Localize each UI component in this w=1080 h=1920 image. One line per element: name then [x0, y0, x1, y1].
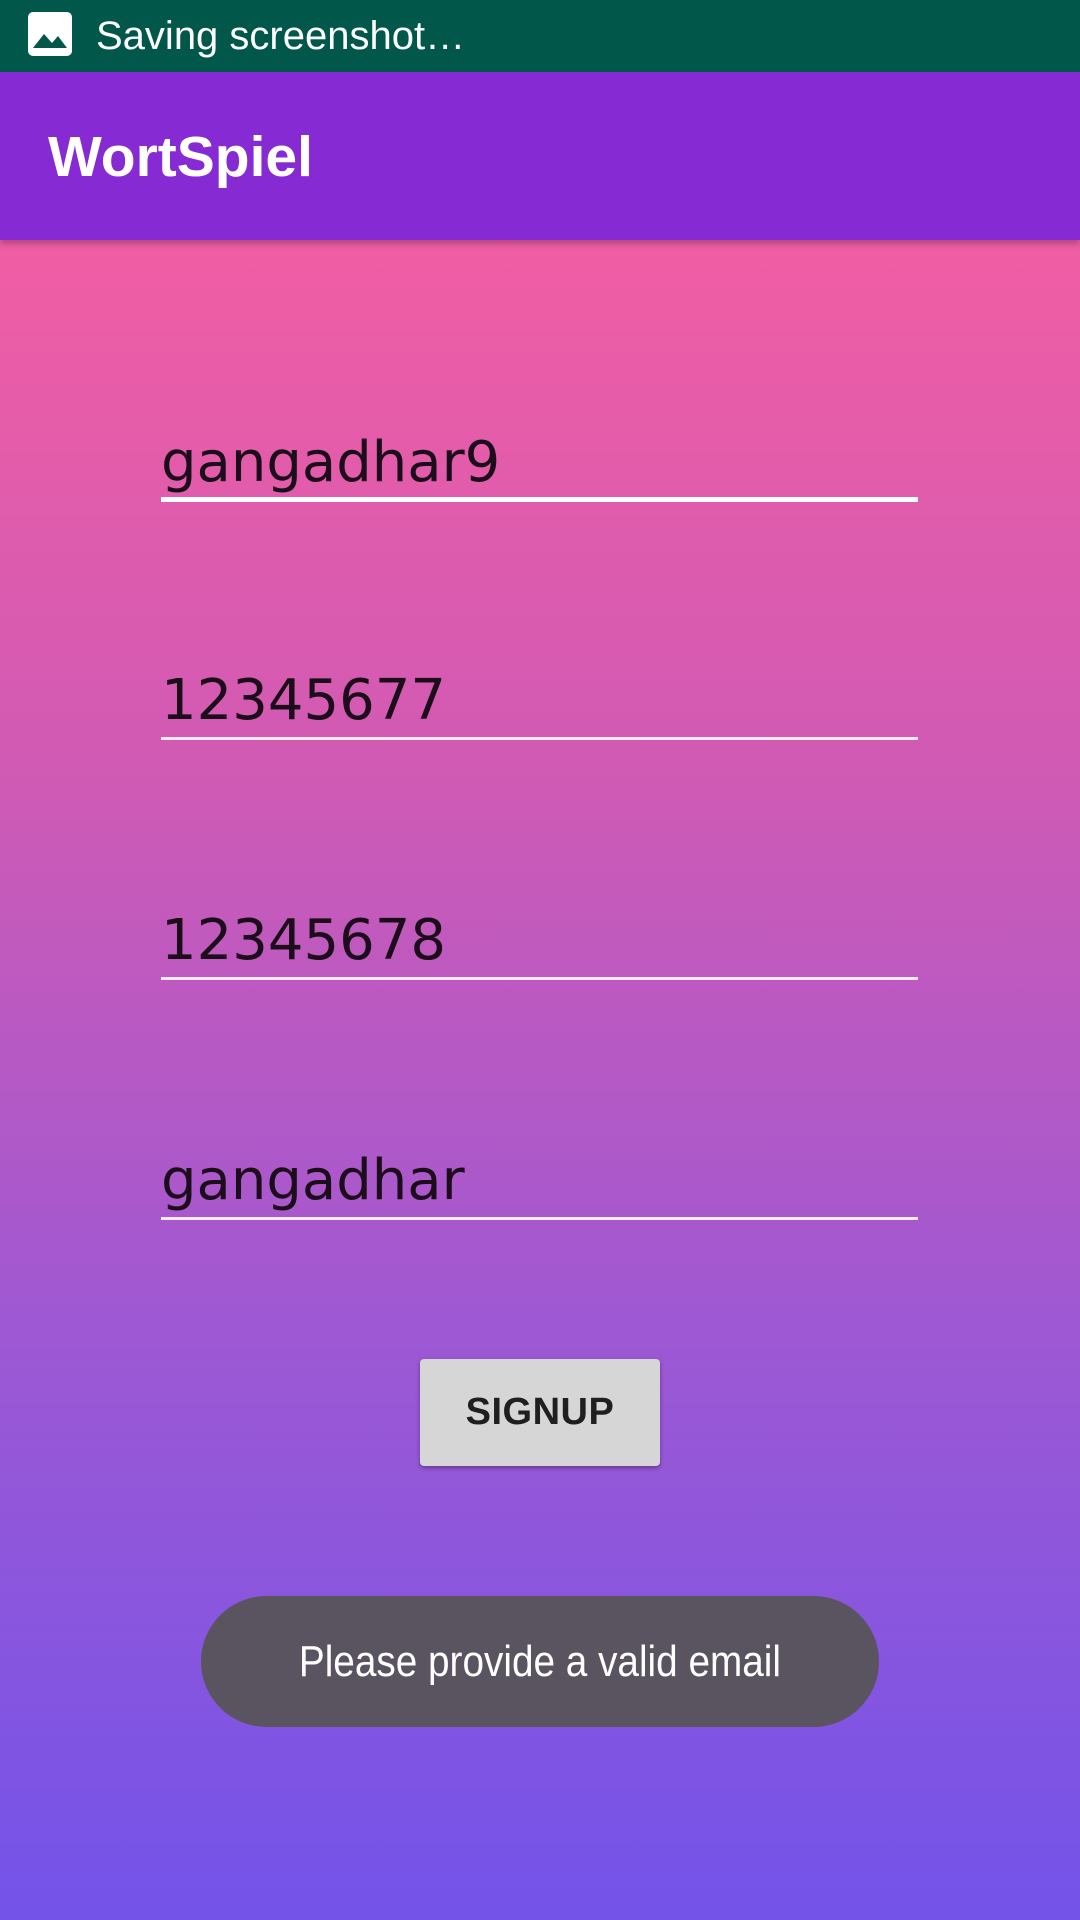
email-value: gangadhar	[161, 1148, 465, 1213]
password-field[interactable]: 12345677	[161, 650, 918, 740]
image-icon	[28, 12, 72, 56]
field-underline	[161, 497, 918, 502]
field-underline	[161, 737, 918, 740]
toast-message: Please provide a valid email	[201, 1596, 879, 1727]
username-value: gangadhar9	[161, 430, 501, 495]
field-underline	[161, 1217, 918, 1220]
field-underline	[161, 977, 918, 980]
app-bar: WortSpiel	[0, 72, 1080, 240]
confirm-password-field[interactable]: 12345678	[161, 890, 918, 980]
signup-button[interactable]: SIGNUP	[420, 1359, 660, 1466]
email-field[interactable]: gangadhar	[161, 1130, 918, 1220]
password-value: 12345677	[161, 668, 447, 733]
confirm-password-value: 12345678	[161, 908, 447, 973]
status-text: Saving screenshot…	[96, 14, 466, 58]
status-bar: Saving screenshot…	[0, 0, 1080, 72]
username-field[interactable]: gangadhar9	[161, 412, 918, 502]
toast-text: Please provide a valid email	[298, 1636, 782, 1686]
app-title: WortSpiel	[48, 125, 313, 189]
